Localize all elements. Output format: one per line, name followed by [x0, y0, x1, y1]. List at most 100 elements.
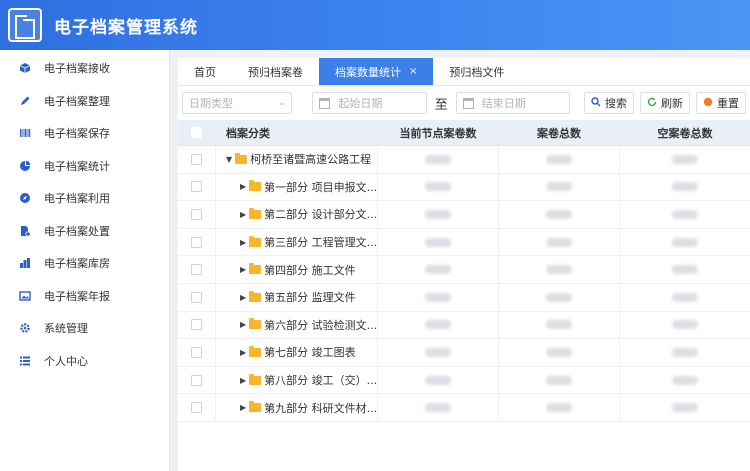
refresh-button-label: 刷新	[661, 97, 684, 110]
redacted-value	[672, 320, 698, 330]
table-row[interactable]: ▶ 第八部分 竣工（交）...	[178, 366, 750, 395]
count-cell	[378, 394, 499, 421]
sidebar-item-label: 系统管理	[44, 322, 88, 336]
expand-arrow-icon[interactable]: ▶	[240, 348, 246, 357]
close-icon[interactable]: ×	[409, 66, 417, 77]
sidebar-item-receive[interactable]: 电子档案接收	[0, 52, 169, 85]
folder-icon	[249, 318, 262, 330]
tab-pre-archive-file[interactable]: 预归档文件	[433, 58, 520, 85]
table-row[interactable]: ▶ 第五部分 监理文件	[178, 283, 750, 312]
select-all-checkbox[interactable]	[191, 127, 202, 138]
sidebar-item-organize[interactable]: 电子档案整理	[0, 85, 169, 118]
sidebar-item-annual-report[interactable]: 电子档案年报	[0, 280, 169, 313]
row-select-cell	[178, 201, 216, 228]
sidebar-item-utilize[interactable]: 电子档案利用	[0, 182, 169, 215]
calendar-icon	[319, 97, 331, 109]
tab-label: 首页	[194, 65, 216, 79]
tab-archive-statistics[interactable]: 档案数量统计 ×	[319, 58, 434, 85]
table-row[interactable]: ▶ 第三部分 工程管理文...	[178, 228, 750, 257]
redacted-value	[672, 237, 698, 247]
tab-home[interactable]: 首页	[178, 58, 232, 85]
count-cell	[378, 283, 499, 311]
sidebar-item-personal[interactable]: 个人中心	[0, 345, 169, 378]
search-icon	[591, 96, 601, 110]
refresh-button[interactable]: 刷新	[640, 92, 691, 114]
expand-arrow-icon[interactable]: ▶	[240, 403, 246, 412]
compass-icon	[18, 191, 32, 205]
column-header-total-volumes[interactable]: 案卷总数	[499, 120, 620, 145]
table-row[interactable]: ▶ 第九部分 科研文件材...	[178, 394, 750, 422]
table-row[interactable]: ▶ 第七部分 竣工图表	[178, 339, 750, 367]
row-checkbox[interactable]	[191, 319, 202, 331]
expand-arrow-icon[interactable]: ▶	[240, 182, 246, 191]
search-button[interactable]: 搜索	[584, 92, 635, 114]
sidebar-item-label: 电子档案整理	[44, 94, 110, 108]
expand-arrow-icon[interactable]: ▶	[240, 293, 246, 302]
count-cell	[620, 394, 750, 421]
count-cell	[378, 339, 499, 366]
row-checkbox[interactable]	[191, 291, 202, 303]
expand-arrow-icon[interactable]: ▶	[240, 210, 246, 219]
count-cell	[499, 394, 620, 421]
redacted-value	[672, 182, 698, 192]
folder-icon	[249, 401, 262, 413]
row-checkbox[interactable]	[191, 346, 202, 358]
sidebar-item-system[interactable]: 系统管理	[0, 312, 169, 345]
category-label: 第九部分 科研文件材...	[264, 401, 378, 415]
expand-arrow-icon[interactable]: ▶	[240, 320, 246, 329]
expand-arrow-icon[interactable]: ▶	[240, 265, 246, 274]
table-row[interactable]: ▶ 第一部分 项目申报文...	[178, 173, 750, 202]
archive-stats-table: 档案分类 当前节点案卷数 案卷总数 空案卷总数 ▼ 柯桥至诸暨高速公路工程 ▶ 第一部…	[178, 120, 750, 422]
date-type-select[interactable]: 日期类型 ⌄	[182, 92, 293, 114]
row-select-cell	[178, 173, 216, 201]
redacted-value	[546, 320, 572, 330]
sidebar-item-dispose[interactable]: 电子档案处置	[0, 215, 169, 248]
column-header-empty-volumes[interactable]: 空案卷总数	[620, 120, 750, 145]
row-checkbox[interactable]	[191, 181, 202, 193]
sidebar-item-warehouse[interactable]: 电子档案库房	[0, 247, 169, 280]
category-cell: ▶ 第七部分 竣工图表	[216, 339, 378, 366]
end-date-input[interactable]: 结束日期	[455, 92, 571, 114]
category-cell: ▶ 第六部分 试验检测文...	[216, 311, 378, 339]
count-cell	[378, 366, 499, 394]
row-checkbox[interactable]	[191, 402, 202, 414]
row-checkbox[interactable]	[191, 264, 202, 276]
table-row[interactable]: ▶ 第四部分 施工文件	[178, 256, 750, 284]
bar-chart-icon	[18, 256, 32, 270]
row-checkbox[interactable]	[191, 374, 202, 386]
sidebar-item-preserve[interactable]: 电子档案保存	[0, 117, 169, 150]
expand-arrow-icon[interactable]: ▶	[240, 238, 246, 247]
category-label: 第八部分 竣工（交）...	[264, 374, 378, 388]
end-date-placeholder: 结束日期	[481, 97, 526, 110]
sidebar-item-statistics[interactable]: 电子档案统计	[0, 150, 169, 183]
category-cell: ▶ 第二部分 设计部分文...	[216, 201, 378, 228]
row-checkbox[interactable]	[191, 208, 202, 220]
table-row[interactable]: ▼ 柯桥至诸暨高速公路工程	[178, 146, 750, 174]
category-label: 第五部分 监理文件	[264, 291, 356, 305]
sidebar-item-label: 电子档案统计	[44, 159, 110, 173]
start-date-input[interactable]: 起始日期	[312, 92, 427, 114]
redacted-value	[546, 375, 572, 385]
category-cell: ▶ 第四部分 施工文件	[216, 256, 378, 283]
tab-pre-archive-volume[interactable]: 预归档案卷	[232, 58, 319, 85]
redacted-value	[425, 265, 451, 275]
row-select-cell	[178, 339, 216, 366]
row-checkbox[interactable]	[191, 236, 202, 248]
pie-chart-icon	[18, 159, 32, 173]
redacted-value	[425, 154, 451, 164]
collapse-arrow-icon[interactable]: ▼	[226, 155, 232, 164]
reset-button[interactable]: 重置	[696, 92, 747, 114]
row-checkbox[interactable]	[191, 153, 202, 165]
count-cell	[499, 146, 620, 173]
table-row[interactable]: ▶ 第六部分 试验检测文...	[178, 311, 750, 340]
column-header-category[interactable]: 档案分类	[216, 120, 378, 145]
column-header-current-node-count[interactable]: 当前节点案卷数	[378, 120, 499, 145]
table-row[interactable]: ▶ 第二部分 设计部分文...	[178, 201, 750, 229]
app-title: 电子档案管理系统	[54, 17, 198, 38]
redacted-value	[672, 265, 698, 275]
row-select-cell	[178, 256, 216, 283]
count-cell	[499, 228, 620, 256]
sidebar-item-label: 电子档案接收	[44, 62, 110, 76]
expand-arrow-icon[interactable]: ▶	[240, 376, 246, 385]
redacted-value	[425, 403, 451, 413]
